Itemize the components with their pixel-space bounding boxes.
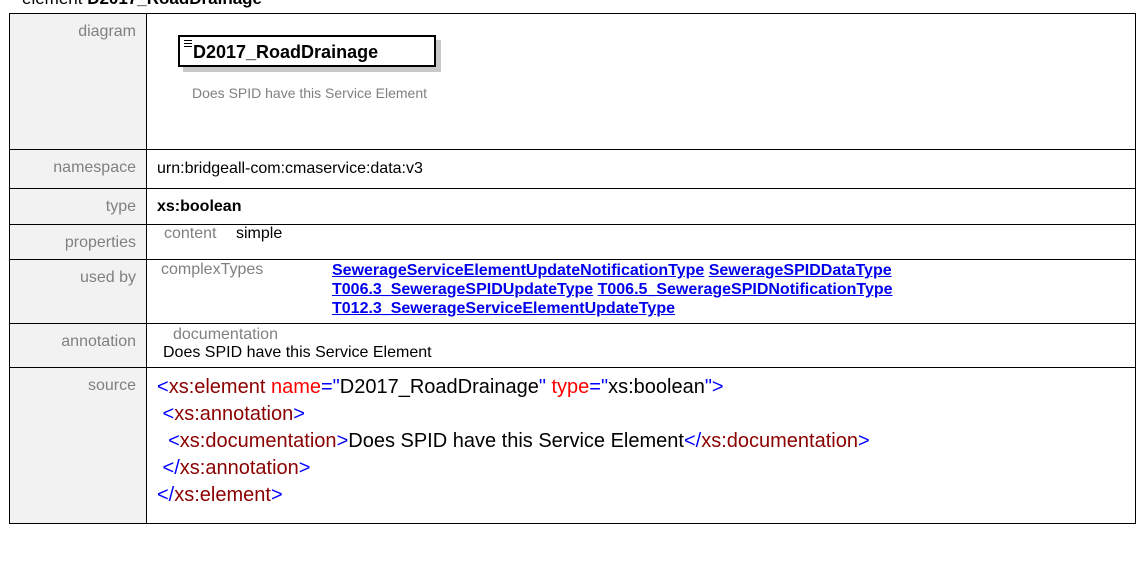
source-code: <xs:element name="D2017_RoadDrainage" ty… (157, 376, 870, 506)
row-namespace: namespace urn:bridgeall-com:cmaservice:d… (9, 149, 1136, 189)
row-used-by: used by complexTypes SewerageServiceElem… (9, 259, 1136, 324)
type-value: xs:boolean (146, 188, 1136, 225)
row-annotation: annotation documentation Does SPID have … (9, 323, 1136, 368)
annotation-cell: documentation Does SPID have this Servic… (146, 323, 1136, 368)
used-by-key: complexTypes (161, 261, 264, 278)
link-t006-5-sewerage-spid-notification-type[interactable]: T006.5_SewerageSPIDNotificationType (598, 281, 893, 298)
heading-element-name: D2017_RoadDrainage (87, 0, 262, 8)
row-type: type xs:boolean (9, 188, 1136, 225)
diagram-cell (146, 13, 1136, 150)
link-t012-3-sewerage-service-element-update-type[interactable]: T012.3_SewerageServiceElementUpdateType (332, 300, 675, 317)
sequence-lines-icon (184, 40, 192, 49)
page-heading: element D2017_RoadDrainage (22, 0, 262, 9)
element-properties-table: diagram namespace urn:bridgeall-com:cmas… (9, 13, 1136, 524)
row-source: source <xs:element name="D2017_RoadDrain… (9, 367, 1136, 524)
annotation-documentation: Does SPID have this Service Element (163, 344, 432, 361)
diagram-element-name: D2017_RoadDrainage (193, 42, 379, 62)
namespace-value: urn:bridgeall-com:cmaservice:data:v3 (146, 149, 1136, 189)
link-sewerage-service-element-update-notification-type[interactable]: SewerageServiceElementUpdateNotification… (332, 262, 704, 279)
used-by-cell: complexTypes SewerageServiceElementUpdat… (146, 259, 1136, 324)
row-diagram: diagram (9, 13, 1136, 150)
label-used-by: used by (9, 259, 147, 324)
label-annotation: annotation (9, 323, 147, 368)
label-properties: properties (9, 224, 147, 260)
diagram-element-description: Does SPID have this Service Element (192, 85, 427, 101)
diagram-element-box[interactable]: D2017_RoadDrainage (178, 35, 436, 67)
link-sewerage-spid-data-type[interactable]: SewerageSPIDDataType (709, 262, 892, 279)
label-type: type (9, 188, 147, 225)
source-cell: <xs:element name="D2017_RoadDrainage" ty… (146, 367, 1136, 524)
properties-key: content (164, 225, 217, 242)
label-namespace: namespace (9, 149, 147, 189)
link-t006-3-sewerage-spid-update-type[interactable]: T006.3_SewerageSPIDUpdateType (332, 281, 593, 298)
used-by-links: SewerageServiceElementUpdateNotification… (332, 261, 1112, 318)
heading-prefix: element (22, 0, 87, 8)
properties-cell: content simple (146, 224, 1136, 260)
row-properties: properties content simple (9, 224, 1136, 260)
label-source: source (9, 367, 147, 524)
properties-value: simple (236, 225, 283, 242)
annotation-key: documentation (173, 326, 278, 343)
label-diagram: diagram (9, 13, 147, 150)
